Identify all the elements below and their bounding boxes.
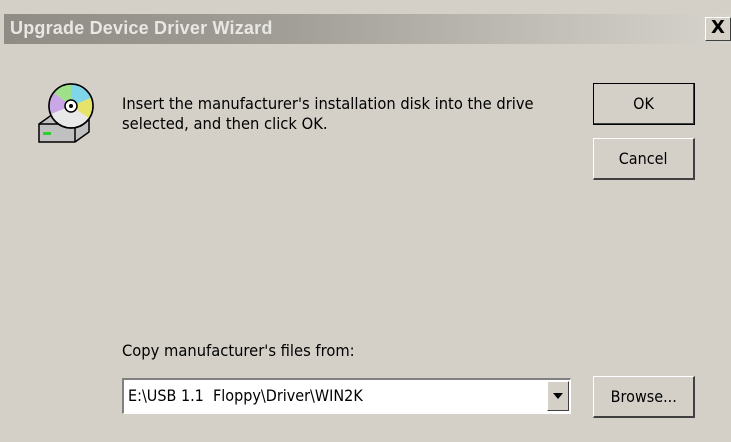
instruction-line-2: selected, and then click OK.: [122, 114, 328, 133]
browse-button[interactable]: Browse...: [593, 376, 695, 418]
browse-button-label: Browse...: [610, 387, 677, 406]
instruction-line-1: Insert the manufacturer's installation d…: [122, 94, 534, 113]
upgrade-driver-dialog: Upgrade Device Driver Wizard X Insert th…: [0, 0, 731, 442]
window-title: Upgrade Device Driver Wizard: [10, 18, 273, 38]
copy-from-label: Copy manufacturer's files from:: [122, 341, 355, 360]
instruction-text: Insert the manufacturer's installation d…: [122, 94, 536, 134]
copy-from-combobox[interactable]: E:\USB 1.1 Floppy\Driver\WIN2K: [122, 378, 571, 414]
ok-button[interactable]: OK: [593, 83, 695, 125]
close-icon: X: [711, 17, 725, 38]
cancel-button[interactable]: Cancel: [593, 138, 695, 180]
dropdown-arrow-icon[interactable]: [547, 381, 569, 411]
cancel-button-label: Cancel: [619, 149, 668, 168]
disk-drive-icon: [38, 83, 94, 143]
copy-from-path-value[interactable]: E:\USB 1.1 Floppy\Driver\WIN2K: [128, 386, 363, 405]
title-bar[interactable]: Upgrade Device Driver Wizard: [4, 14, 731, 44]
ok-button-label: OK: [633, 94, 654, 113]
close-button[interactable]: X: [705, 17, 731, 41]
